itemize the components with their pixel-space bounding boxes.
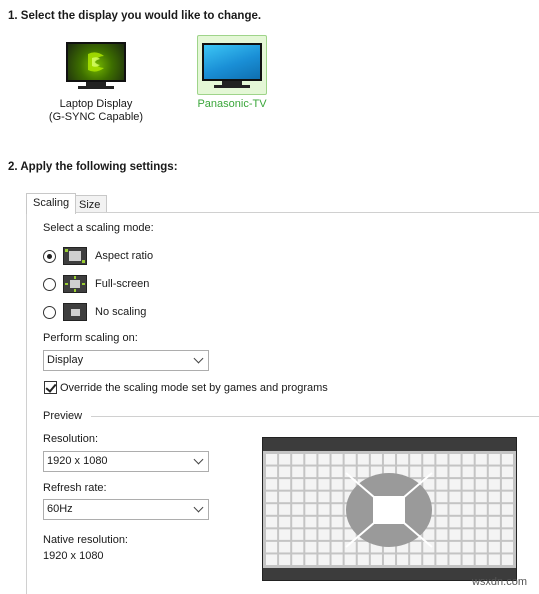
radio-button[interactable]: [43, 249, 56, 263]
display-panasonic-tv[interactable]: Panasonic-TV: [182, 35, 282, 111]
display-label: Panasonic-TV: [197, 98, 267, 110]
tv-display-thumbnail[interactable]: [197, 35, 267, 95]
radio-no-scaling[interactable]: No scaling: [43, 303, 147, 321]
test-pattern-icon: [266, 454, 513, 565]
refresh-rate-label: Refresh rate:: [43, 482, 107, 494]
nvidia-logo-icon: [66, 41, 126, 82]
full-screen-icon: [63, 275, 87, 293]
display-laptop[interactable]: Laptop Display (G-SYNC Capable): [46, 35, 146, 124]
preview-heading: Preview: [43, 410, 83, 422]
no-scaling-icon: [63, 303, 87, 321]
radio-label: Full-screen: [95, 278, 150, 290]
chevron-down-icon: [193, 353, 204, 364]
radio-aspect-ratio[interactable]: Aspect ratio: [43, 247, 154, 265]
tab-scaling[interactable]: Scaling: [26, 193, 77, 214]
radio-full-screen[interactable]: Full-screen: [43, 275, 150, 293]
resolution-label: Resolution:: [43, 433, 99, 445]
override-checkbox[interactable]: [44, 381, 57, 394]
radio-button[interactable]: [43, 277, 56, 291]
radio-button[interactable]: [43, 305, 56, 319]
display-label: Laptop Display (G-SYNC Capable): [48, 98, 144, 123]
native-resolution-value: 1920 x 1080: [43, 550, 104, 562]
refresh-rate-select[interactable]: 60Hz: [43, 499, 209, 520]
step2-title: 2. Apply the following settings:: [8, 161, 178, 173]
chevron-down-icon: [193, 454, 204, 465]
resolution-select[interactable]: 1920 x 1080: [43, 451, 209, 472]
laptop-display-thumbnail[interactable]: [61, 35, 131, 95]
native-resolution-label: Native resolution:: [43, 534, 128, 546]
watermark: wsxdn.com: [471, 576, 527, 588]
scaling-mode-heading: Select a scaling mode:: [43, 222, 154, 234]
preview-divider: [91, 416, 539, 417]
aspect-ratio-icon: [63, 247, 87, 265]
chevron-down-icon: [193, 502, 204, 513]
scaling-preview: [262, 437, 517, 581]
perform-scaling-select[interactable]: Display: [43, 350, 209, 371]
select-value: 1920 x 1080: [47, 455, 108, 467]
step1-title: 1. Select the display you would like to …: [8, 10, 262, 22]
override-label: Override the scaling mode set by games a…: [60, 382, 328, 394]
perform-scaling-label: Perform scaling on:: [43, 332, 138, 344]
radio-label: Aspect ratio: [95, 250, 154, 262]
radio-label: No scaling: [95, 306, 147, 318]
monitor-icon: [202, 42, 262, 81]
tab-size[interactable]: Size: [72, 195, 108, 213]
select-value: 60Hz: [47, 503, 73, 515]
select-value: Display: [47, 354, 84, 366]
